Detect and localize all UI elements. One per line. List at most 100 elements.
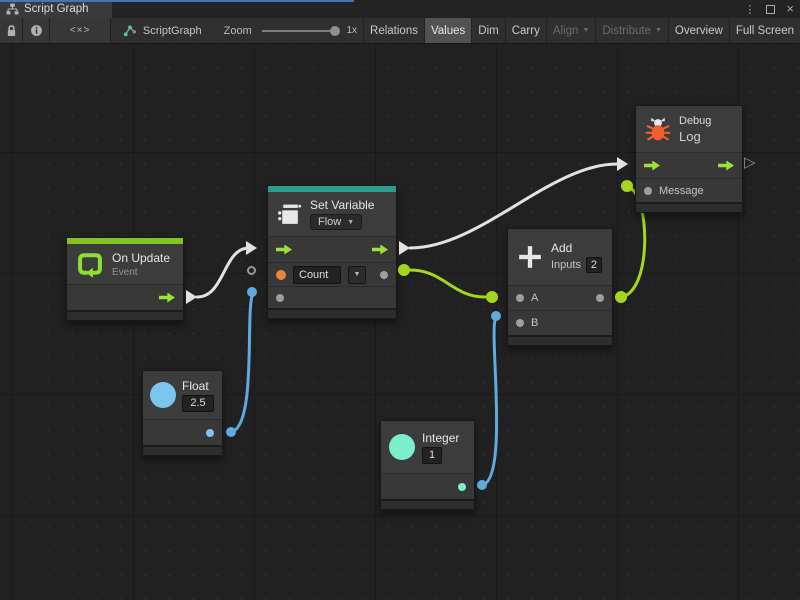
graph-name-label: ScriptGraph — [143, 25, 202, 37]
close-icon[interactable]: × — [786, 4, 794, 14]
unconnected-port-indicator — [247, 266, 256, 275]
info-icon — [30, 24, 43, 37]
wire-onupdate-to-setvariable[interactable] — [197, 248, 249, 297]
variable-name-input[interactable]: Count — [293, 266, 341, 284]
graph-canvas[interactable]: On Update Event Set Va — [0, 44, 800, 600]
tab-script-graph[interactable]: Script Graph — [0, 0, 112, 18]
port-row: A — [508, 285, 612, 310]
value-out-port[interactable] — [458, 483, 466, 491]
node-debug-log[interactable]: Debug Log Message — [635, 105, 743, 213]
flow-endpoint-onupdate-out[interactable] — [186, 290, 197, 304]
float-circle-icon — [150, 382, 176, 408]
value-endpoint-setvariable-out[interactable] — [398, 264, 410, 276]
code-icon: <×> — [70, 25, 91, 36]
graph-toolbar: <×> ScriptGraph Zoom 1x Relations Values… — [0, 18, 800, 44]
flow-in-port[interactable] — [276, 245, 292, 255]
input-a-label: A — [531, 292, 538, 304]
port-row — [381, 473, 474, 499]
overview-button[interactable]: Overview — [669, 18, 730, 43]
integer-value-input[interactable]: 1 — [422, 447, 442, 464]
node-header: Debug Log — [636, 106, 742, 152]
port-row — [143, 419, 222, 445]
zoom-slider[interactable] — [262, 30, 339, 32]
input-a-port[interactable] — [516, 294, 524, 302]
value-endpoint-setvariable-in[interactable] — [247, 287, 257, 297]
integer-circle-icon — [389, 434, 415, 460]
bug-icon — [645, 116, 671, 142]
node-header: On Update Event — [67, 244, 183, 284]
value-out-port[interactable] — [380, 271, 388, 279]
node-subtitle: Log — [679, 129, 711, 144]
inputs-count-input[interactable]: 2 — [586, 257, 602, 273]
node-set-variable[interactable]: Set Variable Flow ▼ Count ▼ — [267, 185, 397, 319]
node-footer — [67, 310, 183, 320]
node-footer — [636, 202, 742, 212]
value-endpoint-integer-out[interactable] — [477, 480, 487, 490]
node-float[interactable]: Float 2.5 — [142, 370, 223, 456]
flow-endpoint-setvariable-out[interactable] — [399, 241, 410, 255]
values-button[interactable]: Values — [425, 18, 472, 43]
value-endpoint-add-b-in[interactable] — [491, 311, 501, 321]
node-footer — [268, 308, 396, 318]
flow-out-port[interactable] — [718, 161, 734, 171]
wire-integer-to-add-b[interactable] — [483, 320, 497, 485]
flow-endpoint-setvariable-in[interactable] — [246, 241, 257, 255]
port-row — [268, 286, 396, 308]
input-b-port[interactable] — [516, 319, 524, 327]
code-view-button[interactable]: <×> — [50, 18, 111, 43]
title-bar: Script Graph ⋮ × — [0, 0, 800, 18]
node-title: Float — [182, 379, 214, 393]
distribute-button[interactable]: Distribute ▼ — [596, 18, 669, 43]
port-row — [67, 284, 183, 310]
node-on-update[interactable]: On Update Event — [66, 237, 184, 321]
value-out-port[interactable] — [206, 429, 214, 437]
port-row — [268, 236, 396, 262]
node-add[interactable]: Add Inputs 2 A B — [507, 228, 613, 346]
dim-button[interactable]: Dim — [472, 18, 505, 43]
float-value-input[interactable]: 2.5 — [182, 395, 214, 412]
node-footer — [381, 499, 474, 509]
script-graph-icon — [123, 24, 137, 37]
node-title: On Update — [112, 251, 170, 265]
result-out-port[interactable] — [596, 294, 604, 302]
chevron-down-icon: ▼ — [354, 271, 361, 278]
graph-breadcrumb[interactable]: ScriptGraph — [123, 18, 202, 43]
flow-out-port[interactable] — [159, 293, 175, 303]
window-menu-icon[interactable]: ⋮ — [744, 3, 755, 16]
script-graph-window: Script Graph ⋮ × <×> — [0, 0, 800, 600]
node-integer[interactable]: Integer 1 — [380, 420, 475, 510]
wire-float-to-setvariable[interactable] — [232, 296, 252, 432]
align-button[interactable]: Align ▼ — [547, 18, 597, 43]
flow-out-port[interactable] — [372, 245, 388, 255]
node-header: Set Variable Flow ▼ — [268, 192, 396, 236]
variable-kind-dropdown[interactable]: Flow ▼ — [310, 214, 362, 230]
wire-setvariable-to-add-a[interactable] — [410, 270, 485, 297]
node-header: Add Inputs 2 — [508, 229, 612, 285]
value-endpoint-message-in[interactable] — [621, 180, 633, 192]
loop-icon — [76, 250, 104, 278]
value-endpoint-float-out[interactable] — [226, 427, 236, 437]
value-endpoint-add-a-in[interactable] — [486, 291, 498, 303]
message-in-port[interactable] — [644, 187, 652, 195]
plus-icon — [517, 244, 543, 270]
node-header: Integer 1 — [381, 421, 474, 473]
relations-button[interactable]: Relations — [364, 18, 425, 43]
maximize-icon[interactable] — [766, 5, 775, 14]
chevron-down-icon: ▼ — [347, 219, 354, 226]
node-subtitle: Event — [112, 267, 170, 278]
variable-picker-dropdown[interactable]: ▼ — [348, 266, 366, 284]
variable-name-port[interactable] — [276, 270, 286, 280]
variable-icon — [277, 202, 302, 227]
carry-button[interactable]: Carry — [506, 18, 547, 43]
info-button[interactable] — [23, 18, 50, 43]
port-row: B — [508, 310, 612, 335]
chevron-down-icon: ▼ — [655, 27, 662, 34]
node-title: Integer — [422, 431, 459, 445]
value-endpoint-add-out[interactable] — [615, 291, 627, 303]
zoom-slider-handle[interactable] — [330, 26, 340, 36]
flow-in-port[interactable] — [644, 161, 660, 171]
value-in-port[interactable] — [276, 294, 284, 302]
lock-button[interactable] — [0, 18, 23, 43]
full-screen-button[interactable]: Full Screen — [730, 18, 800, 43]
flow-endpoint-debug-in[interactable] — [617, 157, 628, 171]
